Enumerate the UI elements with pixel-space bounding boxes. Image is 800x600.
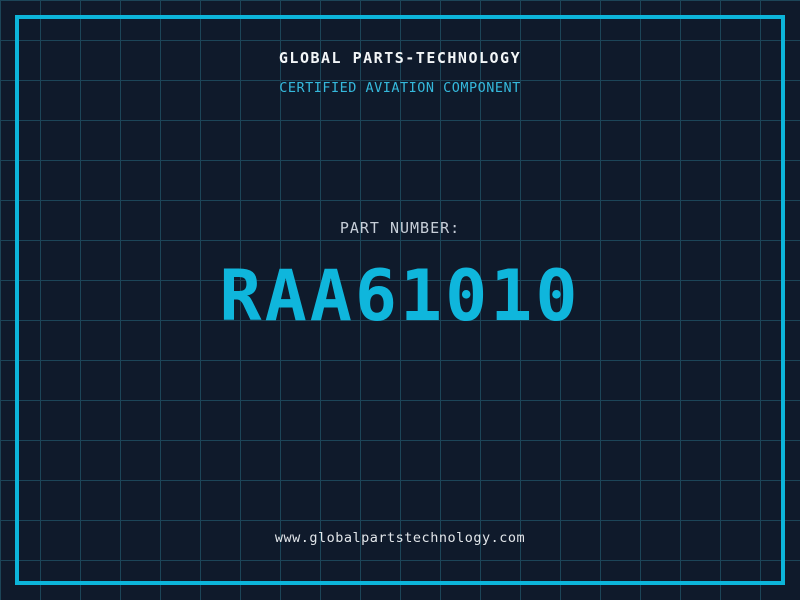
part-number-value: RAA61010	[219, 255, 581, 337]
company-title: GLOBAL PARTS-TECHNOLOGY	[278, 49, 522, 67]
label-content: GLOBAL PARTS-TECHNOLOGY CERTIFIED AVIATI…	[0, 0, 800, 600]
website-url: www.globalpartstechnology.com	[274, 530, 526, 546]
part-label-screen: GLOBAL PARTS-TECHNOLOGY CERTIFIED AVIATI…	[0, 0, 800, 600]
part-number-label: PART NUMBER:	[339, 219, 461, 237]
certification-subtitle: CERTIFIED AVIATION COMPONENT	[279, 80, 521, 96]
